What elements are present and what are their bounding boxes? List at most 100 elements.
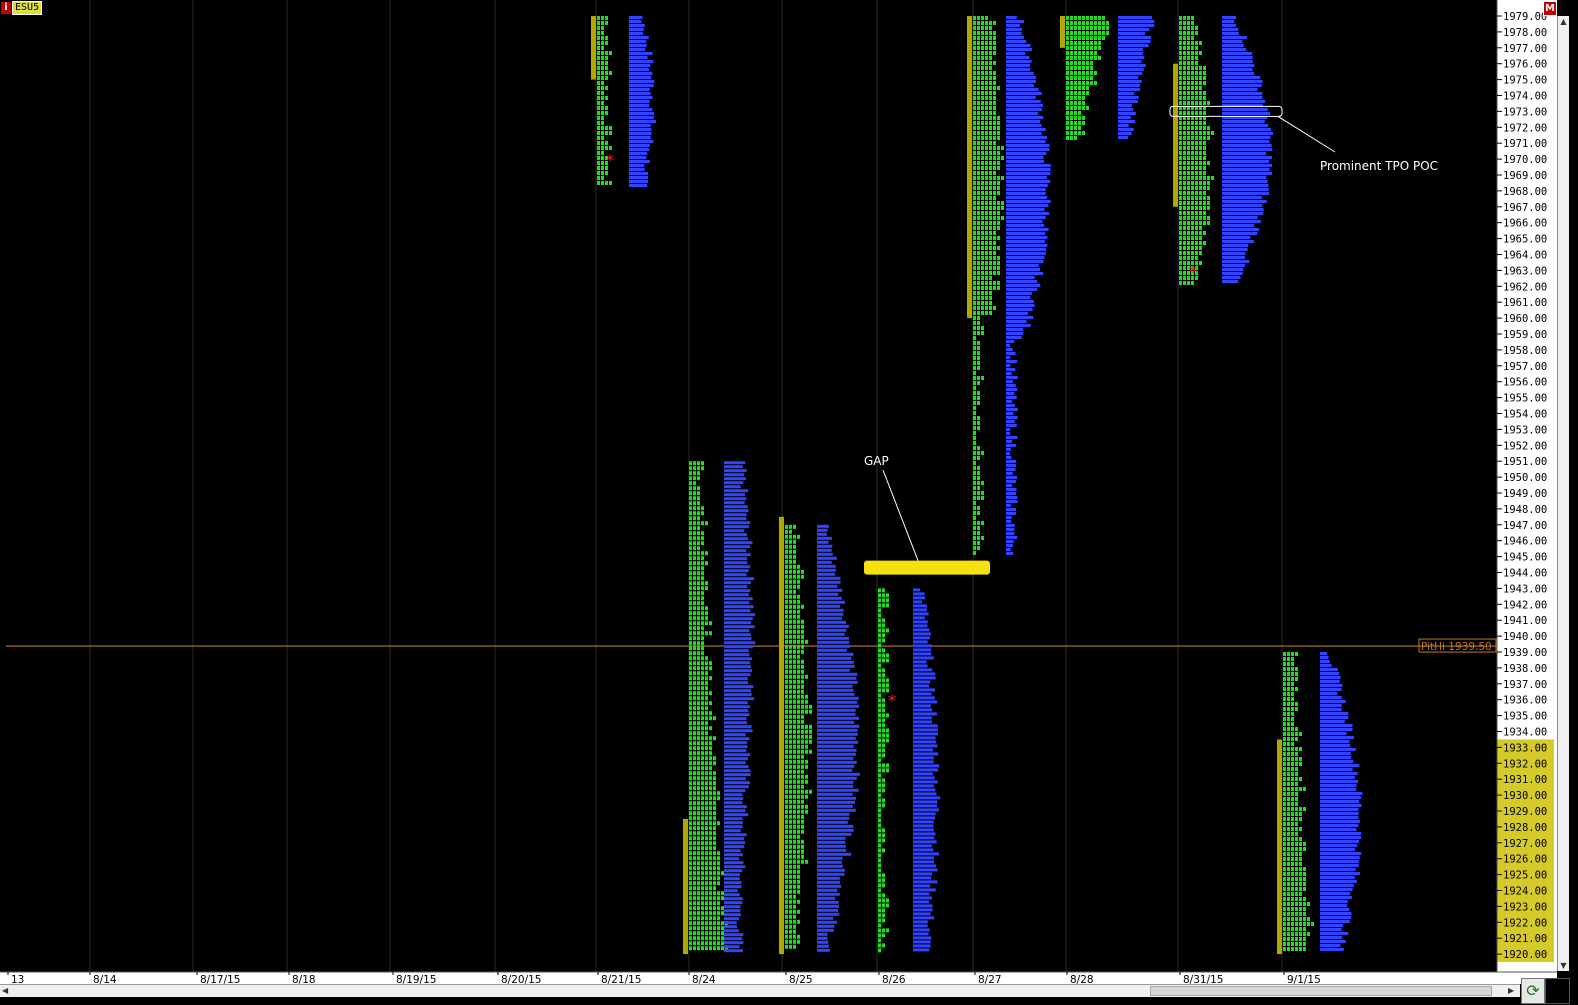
volume-bar: [724, 761, 746, 765]
tpo-block: [1303, 917, 1306, 921]
volume-bar: [1006, 468, 1016, 471]
tpo-block: [1191, 66, 1194, 70]
scroll-up-arrow-icon[interactable]: ▲: [1558, 16, 1569, 27]
volume-bar: [724, 853, 743, 857]
tpo-block: [1199, 91, 1202, 95]
volume-bar: [724, 849, 741, 853]
tpo-block: [785, 719, 788, 724]
tpo-block: [785, 899, 788, 904]
tpo-block: [709, 631, 712, 636]
tpo-block: [989, 236, 992, 240]
tpo-block: [1191, 136, 1194, 140]
tpo-block: [1203, 216, 1206, 220]
tpo-block: [721, 871, 724, 876]
volume-bar: [1320, 780, 1358, 783]
tpo-block: [985, 21, 988, 25]
tpo-block: [989, 271, 992, 275]
tpo-block: [1179, 156, 1182, 160]
volume-bar: [1222, 140, 1270, 143]
volume-bar: [724, 757, 748, 761]
tpo-block: [801, 624, 804, 629]
tpo-block: [1287, 692, 1290, 696]
market-profile-chart[interactable]: 1920.001921.001922.001923.001924.001925.…: [0, 0, 1578, 1005]
tpo-block: [797, 814, 800, 819]
volume-bar: [724, 909, 741, 913]
volume-bar: [1006, 536, 1018, 539]
tpo-block: [981, 276, 984, 280]
vertical-scrollbar[interactable]: ▲ ▼: [1557, 16, 1569, 971]
scroll-right-arrow-icon[interactable]: ▶: [1508, 985, 1514, 997]
tpo-block: [973, 81, 976, 85]
tpo-block: [1287, 762, 1290, 766]
tpo-block: [1199, 126, 1202, 130]
volume-bar: [1320, 680, 1340, 683]
tpo-block: [985, 301, 988, 305]
tpo-block: [1287, 842, 1290, 846]
tpo-block: [721, 921, 724, 926]
tpo-block: [1291, 942, 1294, 946]
price-tick-label: 1953.00: [1503, 424, 1547, 436]
tpo-block: [705, 921, 708, 926]
tpo-block: [878, 878, 881, 883]
tpo-block: [713, 936, 716, 941]
volume-bar: [1006, 328, 1024, 331]
volume-bar: [1006, 428, 1011, 431]
volume-bar: [1320, 656, 1329, 659]
tpo-block: [1183, 271, 1186, 275]
tpo-block: [993, 36, 996, 40]
tpo-block: [1195, 41, 1198, 45]
tpo-block: [693, 546, 696, 551]
symbol-name[interactable]: ESU5: [12, 1, 43, 15]
volume-bar: [1006, 524, 1015, 527]
refresh-icon[interactable]: ⟳: [1521, 978, 1545, 1004]
tpo-block: [1082, 86, 1085, 90]
tpo-block: [977, 166, 980, 170]
price-tick-label: 1944.00: [1503, 568, 1547, 580]
scroll-left-arrow-icon[interactable]: ◀: [2, 985, 8, 997]
tpo-block: [693, 651, 696, 656]
volume-bar: [1222, 28, 1239, 31]
m-button[interactable]: M: [1543, 1, 1557, 16]
tpo-block: [1199, 186, 1202, 190]
volume-bar: [724, 805, 747, 809]
tpo-block: [601, 101, 604, 105]
tpo-block: [882, 748, 885, 753]
tpo-block: [878, 628, 881, 633]
price-tick-label: 1969.00: [1503, 170, 1547, 182]
tpo-block: [973, 416, 976, 420]
tpo-block: [717, 871, 720, 876]
tpo-block: [597, 101, 600, 105]
tpo-block: [1291, 927, 1294, 931]
scrollbar-thumb[interactable]: [1150, 986, 1492, 996]
volume-bar: [1006, 332, 1024, 335]
tpo-block: [785, 629, 788, 634]
tpo-block: [785, 639, 788, 644]
tpo-block: [1179, 96, 1182, 100]
tpo-block: [1291, 657, 1294, 661]
tpo-block: [717, 916, 720, 921]
tpo-block: [1179, 41, 1182, 45]
tpo-block: [973, 321, 976, 325]
symbol-badge[interactable]: i ESU5: [1, 1, 43, 15]
info-icon[interactable]: i: [1, 2, 11, 14]
tpo-block: [689, 881, 692, 886]
tpo-block: [993, 186, 996, 190]
tpo-block: [985, 86, 988, 90]
tpo-block: [713, 756, 716, 761]
tpo-block: [693, 641, 696, 646]
volume-bar: [724, 633, 751, 637]
tpo-block: [797, 869, 800, 874]
tpo-block: [882, 788, 885, 793]
tpo-block: [977, 216, 980, 220]
tpo-block: [785, 789, 788, 794]
scroll-down-arrow-icon[interactable]: ▼: [1558, 960, 1569, 971]
tpo-block: [1295, 667, 1298, 671]
tpo-block: [985, 41, 988, 45]
volume-bar: [817, 688, 854, 692]
tpo-block: [609, 146, 612, 150]
tpo-block: [1195, 156, 1198, 160]
tpo-block: [973, 231, 976, 235]
tpo-block: [713, 841, 716, 846]
volume-bar: [1222, 192, 1270, 195]
volume-bar: [1222, 244, 1249, 247]
